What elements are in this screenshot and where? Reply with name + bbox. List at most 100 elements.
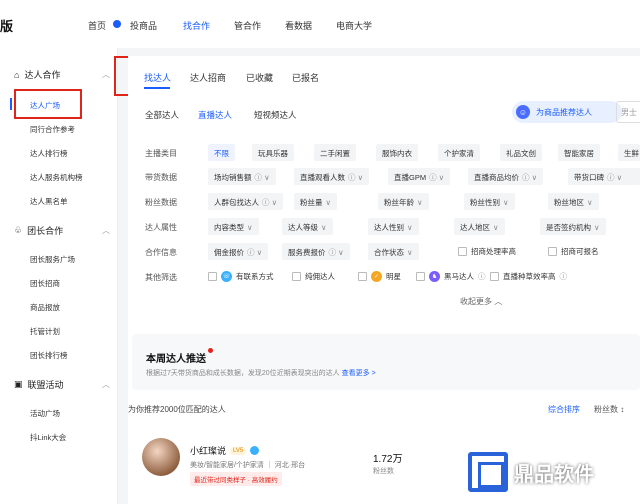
checkbox-seeding-efficiency[interactable]: 直播种草效率高 ⓘ (490, 271, 567, 282)
dropdown-fan-gender[interactable]: 粉丝性别 ∨ (464, 193, 515, 210)
sort-fans[interactable]: 粉丝数 ↕ (594, 404, 624, 415)
chip-category-apparel[interactable]: 服饰内衣 (376, 144, 418, 161)
dropdown-creator-level[interactable]: 达人等级 ∨ (282, 218, 333, 235)
nav-home[interactable]: 首页 (88, 19, 106, 32)
sidebar-item-creator-ranking[interactable]: 达人排行榜 (30, 148, 68, 159)
info-icon: ⓘ (559, 272, 568, 281)
dropdown-creator-region[interactable]: 达人地区 ∨ (454, 218, 505, 235)
subtab-all[interactable]: 全部达人 (145, 109, 179, 121)
filter-label-category: 主播类目 (145, 149, 177, 158)
chip-category-secondhand[interactable]: 二手闲置 (314, 144, 356, 161)
button-label: 为商品推荐达人 (536, 107, 592, 117)
checkbox-can-register[interactable]: 招商可报名 (548, 246, 599, 257)
dropdown-fan-region[interactable]: 粉丝地区 ∨ (548, 193, 599, 210)
checkbox-has-contact[interactable]: ☏ 有联系方式 (208, 271, 274, 282)
sidebar-item-peer-reference[interactable]: 同行合作参考 (30, 124, 75, 135)
dropdown-signed-agency[interactable]: 是否签约机构 ∨ (540, 218, 606, 235)
section-label: 达人合作 (24, 70, 61, 80)
recommend-for-product-button[interactable]: ☺ 为商品推荐达人 (512, 101, 622, 123)
main-panel: 找达人 达人招商 已收藏 已报名 全部达人 直播达人 短视频达人 ☺ 为商品推荐… (128, 56, 640, 504)
checkbox-celebrity[interactable]: ✓ 明星 (358, 271, 401, 282)
dropdown-commission[interactable]: 佣金报价 ⓘ ∨ (208, 243, 269, 260)
tab-find-creator[interactable]: 找达人 (144, 71, 171, 84)
chevron-down-icon: ∨ (321, 223, 327, 232)
filter-label-cooperation: 合作信息 (145, 248, 177, 257)
chip-category-fresh[interactable]: 生鲜 (618, 144, 640, 161)
active-indicator (10, 98, 12, 110)
dropdown-creator-gender[interactable]: 达人性别 ∨ (368, 218, 419, 235)
filter-label-fans: 粉丝数据 (145, 198, 177, 207)
nav-data[interactable]: 看数据 (285, 19, 312, 32)
checkbox-high-response[interactable]: 招商处理率高 (458, 246, 516, 257)
chevron-down-icon: ⓘ ∨ (254, 173, 270, 182)
checkbox-pure-commission[interactable]: 纯佣达人 (292, 271, 335, 282)
chevron-up-icon: ︿ (102, 226, 110, 235)
nav-university[interactable]: 电商大学 (336, 19, 372, 32)
chevron-down-icon: ∨ (417, 198, 423, 207)
new-dot-icon (208, 348, 213, 353)
chevron-down-icon: ⓘ ∨ (328, 248, 344, 257)
dropdown-reputation[interactable]: 带货口碑 ⓘ ∨ (568, 168, 640, 185)
filter-label-sales: 带货数据 (145, 173, 177, 182)
dropdown-content-type[interactable]: 内容类型 ∨ (208, 218, 259, 235)
sidebar-item-activity-plaza[interactable]: 活动广场 (30, 408, 60, 419)
watermark-text: 鼎品软件 (514, 461, 594, 486)
dropdown-fan-count[interactable]: 粉丝量 ∨ (294, 193, 337, 210)
search-input[interactable]: 男士 (616, 101, 640, 123)
dropdown-live-viewers[interactable]: 直播观看人数 ⓘ ∨ (294, 168, 370, 185)
subtab-live[interactable]: 直播达人 (198, 109, 232, 121)
chip-category-toys[interactable]: 玩具乐器 (252, 144, 294, 161)
nav-products[interactable]: 投商品 (130, 19, 157, 32)
subtab-short-video[interactable]: 短视频达人 (254, 109, 297, 121)
dropdown-live-gpm[interactable]: 直播GPM ⓘ ∨ (388, 168, 451, 185)
sidebar-item-link-conference[interactable]: 抖Link大会 (30, 432, 66, 443)
dropdown-service-fee[interactable]: 服务费报价 ⓘ ∨ (282, 243, 350, 260)
weekly-desc: 根据过7天带货商品和成长数据，发现20位近期表现突出的达人 查看更多 > (146, 370, 376, 377)
sidebar-item-blacklist[interactable]: 达人黑名单 (30, 196, 68, 207)
home-icon: ⌂ (14, 69, 20, 80)
collapse-more-link[interactable]: 收起更多 ︿ (460, 296, 502, 307)
dropdown-coop-status[interactable]: 合作状态 ∨ (368, 243, 419, 260)
sidebar-section-alliance[interactable]: ▣ 联盟活动 ︿ (14, 378, 110, 391)
dropdown-avg-sales[interactable]: 场均销售额 ⓘ ∨ (208, 168, 276, 185)
sidebar-item-product-placement[interactable]: 商品报放 (30, 302, 60, 313)
chip-category-gifts[interactable]: 礼品文创 (500, 144, 542, 161)
chip-category-all[interactable]: 不限 (208, 144, 235, 161)
chevron-up-icon: ︿ (102, 380, 110, 389)
nav-manage-cooperation[interactable]: 管合作 (234, 19, 261, 32)
weekly-push-panel: 本周达人推送 根据过7天带货商品和成长数据，发现20位近期表现突出的达人 查看更… (132, 334, 640, 390)
tab-favorites[interactable]: 已收藏 (246, 71, 273, 84)
fans-label: 粉丝数 (373, 468, 394, 475)
avatar[interactable] (142, 438, 180, 476)
checkbox-dark-horse[interactable]: ♞ 黑马达人 ⓘ (416, 271, 486, 282)
chip-category-personal-care[interactable]: 个护家清 (438, 144, 480, 161)
creator-name[interactable]: 小红璨说 (190, 444, 226, 457)
star-icon: ✓ (371, 271, 382, 282)
chevron-down-icon: ∨ (587, 198, 593, 207)
dropdown-fan-age[interactable]: 粉丝年龄 ∨ (378, 193, 429, 210)
sort-composite[interactable]: 综合排序 (548, 404, 580, 415)
view-more-link[interactable]: 查看更多 > (342, 370, 376, 377)
filter-label-attributes: 达人属性 (145, 223, 177, 232)
nav-find-cooperation[interactable]: 找合作 (183, 19, 210, 32)
dropdown-audience-pack[interactable]: 人群包找达人 ⓘ ∨ (208, 193, 284, 210)
sidebar-section-leader[interactable]: ♧ 团长合作 ︿ (14, 224, 110, 237)
tab-registered[interactable]: 已报名 (292, 71, 319, 84)
sidebar-item-leader-recruit[interactable]: 团长招商 (30, 278, 60, 289)
horse-icon: ♞ (429, 271, 440, 282)
chip-category-smart-home[interactable]: 智能家居 (558, 144, 600, 161)
sidebar-section-creator[interactable]: ⌂ 达人合作 ︿ (14, 68, 110, 81)
chevron-down-icon: ∨ (407, 223, 413, 232)
tab-creator-recruit[interactable]: 达人招商 (190, 71, 226, 84)
info-icon: ⓘ (478, 272, 486, 281)
sidebar-item-hosting-plan[interactable]: 托管计划 (30, 326, 60, 337)
sidebar-item-leader-ranking[interactable]: 团长排行榜 (30, 350, 68, 361)
section-label: 联盟活动 (27, 380, 64, 390)
checkbox-icon (358, 272, 367, 281)
watermark: 鼎品软件 (468, 452, 594, 492)
dropdown-avg-price[interactable]: 直播商品均价 ⓘ ∨ (468, 168, 544, 185)
chevron-down-icon: ∨ (407, 248, 413, 257)
top-navigation: 版 首页 投商品 找合作 管合作 看数据 电商大学 (0, 0, 640, 48)
sidebar-item-leader-plaza[interactable]: 团长服务广场 (30, 254, 75, 265)
sidebar-item-agency-ranking[interactable]: 达人服务机构榜 (30, 172, 83, 183)
